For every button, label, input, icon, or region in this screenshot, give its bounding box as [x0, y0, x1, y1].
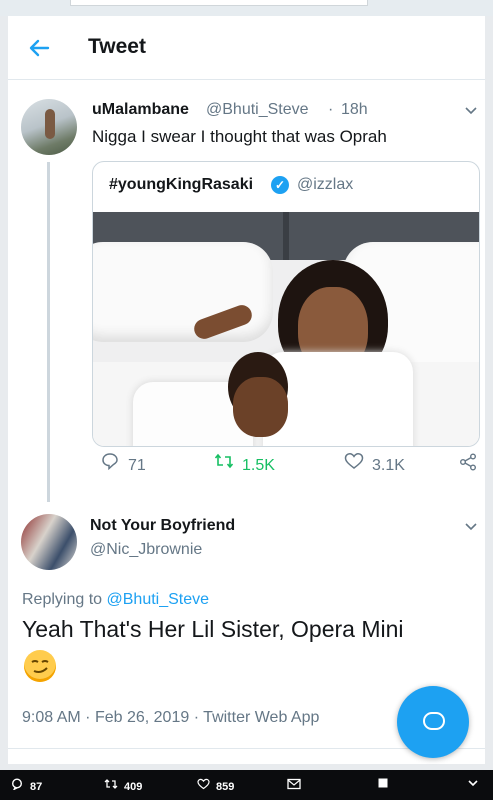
- page-title: Tweet: [88, 35, 146, 58]
- reply-button[interactable]: 71: [100, 452, 146, 476]
- reply-text: Yeah That's Her Lil Sister, Opera Mini: [22, 616, 404, 642]
- heart-icon: [196, 778, 210, 794]
- compose-reply-button[interactable]: [397, 686, 469, 758]
- replying-to-label: Replying to: [22, 591, 103, 608]
- quoted-author-handle: @izzlax: [297, 176, 354, 193]
- retweet-icon: [214, 452, 234, 476]
- meta-separator: ·: [85, 709, 91, 726]
- thread-connector: [47, 162, 50, 502]
- reply-icon: [100, 452, 120, 476]
- taskbar-reply-count: 87: [30, 781, 43, 793]
- address-bar[interactable]: [70, 0, 368, 6]
- replying-to-mention[interactable]: @Bhuti_Steve: [107, 591, 210, 608]
- share-button[interactable]: [458, 452, 486, 478]
- heart-icon: [344, 452, 364, 476]
- taskbar-like[interactable]: 859: [196, 778, 234, 794]
- reply-icon: [10, 778, 24, 794]
- verified-badge-icon: ✓: [271, 176, 289, 194]
- meta-separator: ·: [328, 101, 334, 118]
- photo-man-face: [233, 377, 288, 437]
- smirking-face-icon: [24, 650, 56, 682]
- back-arrow-icon[interactable]: [26, 34, 54, 62]
- like-count: 3.1K: [372, 457, 405, 474]
- taskbar-like-count: 859: [216, 781, 235, 793]
- bottom-action-bar: 87 409 859: [0, 770, 493, 800]
- avatar[interactable]: [21, 514, 77, 570]
- browser-top-strip: [0, 0, 493, 16]
- avatar[interactable]: [21, 99, 77, 155]
- reply-source[interactable]: Twitter Web App: [203, 709, 319, 726]
- chevron-down-icon[interactable]: [463, 518, 479, 534]
- author-handle[interactable]: @Bhuti_Steve: [206, 100, 309, 120]
- reply-author-display-name[interactable]: Not Your Boyfriend: [90, 516, 235, 536]
- like-button[interactable]: 3.1K: [344, 452, 405, 476]
- chevron-down-icon[interactable]: [463, 102, 479, 118]
- taskbar-message[interactable]: [287, 778, 307, 794]
- tweet-actions: 71 1.5K 3.1K: [92, 446, 480, 480]
- taskbar-reply[interactable]: 87: [10, 778, 42, 794]
- tweet-timestamp[interactable]: 18h: [341, 100, 368, 120]
- tweet-detail-card: Tweet uMalambane @Bhuti_Steve · 18h Nigg…: [8, 16, 485, 764]
- retweet-button[interactable]: 1.5K: [214, 452, 275, 476]
- meta-separator: ·: [193, 709, 200, 726]
- tweet-text: Nigga I swear I thought that was Oprah: [92, 127, 387, 146]
- taskbar-expand[interactable]: [466, 778, 486, 792]
- quoted-author-name: #youngKingRasaki: [109, 176, 254, 193]
- envelope-icon: [287, 778, 301, 794]
- chevron-down-icon: [466, 778, 480, 792]
- author-display-name[interactable]: uMalambane: [92, 100, 189, 120]
- chat-bubble-icon: [423, 712, 445, 730]
- taskbar-retweet-count: 409: [124, 781, 143, 793]
- quoted-tweet[interactable]: #youngKingRasaki ✓ @izzlax: [92, 161, 480, 447]
- reply-date[interactable]: Feb 26, 2019: [95, 709, 189, 726]
- retweet-icon: [104, 778, 118, 794]
- taskbar-retweet[interactable]: 409: [104, 778, 142, 794]
- reply-time[interactable]: 9:08 AM: [22, 709, 81, 726]
- taskbar-square[interactable]: [376, 778, 396, 792]
- square-icon: [376, 778, 390, 792]
- reply-metadata: 9:08 AM · Feb 26, 2019 · Twitter Web App: [22, 708, 319, 728]
- share-icon: [458, 452, 478, 478]
- reply-count: 71: [128, 457, 146, 474]
- quoted-photo[interactable]: [93, 212, 479, 446]
- reply-author-handle[interactable]: @Nic_Jbrownie: [90, 540, 202, 560]
- retweet-count: 1.5K: [242, 457, 275, 474]
- photo-pillow-left: [93, 242, 273, 342]
- page-header: Tweet: [8, 16, 485, 80]
- replying-to-line: Replying to @Bhuti_Steve: [22, 590, 209, 610]
